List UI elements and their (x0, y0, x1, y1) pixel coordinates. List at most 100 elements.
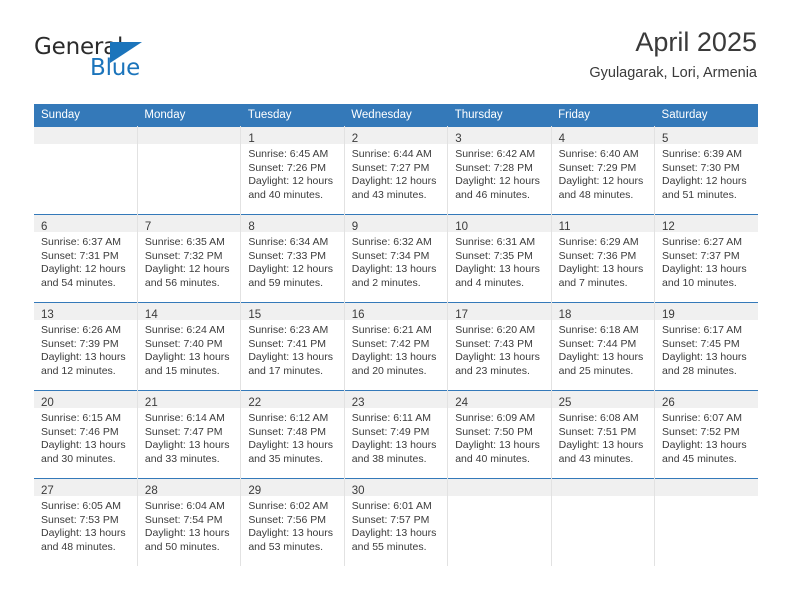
sunset-text: Sunset: 7:50 PM (455, 425, 533, 438)
day-number: 28 (144, 485, 158, 497)
daylight-text-line1: Daylight: 13 hours (558, 439, 644, 452)
calendar-day-cell-empty (136, 126, 242, 215)
sunrise-text: Sunrise: 6:09 AM (455, 412, 536, 424)
day-number: 7 (144, 221, 152, 233)
day-number-strip: 3 (448, 127, 551, 145)
day-cell-body: Sunrise: 6:42 AM Sunset: 7:28 PM Daylight:… (448, 144, 550, 202)
day-number-strip: 29 (241, 479, 344, 497)
calendar-day-cell[interactable]: 12 Sunrise: 6:27 AM Sunset: 7:37 PM Dayligh… (654, 214, 758, 303)
day-number-strip: 24 (448, 391, 551, 409)
sunset-text: Sunset: 7:29 PM (558, 161, 637, 174)
day-cell-body: Sunrise: 6:35 AM Sunset: 7:32 PM Daylight:… (138, 232, 240, 290)
calendar-page: General Blue April 2025 Gyulagarak, Lori… (0, 0, 792, 612)
calendar-day-cell[interactable]: 26 Sunrise: 6:07 AM Sunset: 7:52 PM Dayligh… (654, 390, 758, 479)
calendar-week-row: 13 Sunrise: 6:26 AM Sunset: 7:39 PM Dayligh… (34, 302, 758, 391)
calendar-day-cell[interactable]: 29 Sunrise: 6:02 AM Sunset: 7:56 PM Dayligh… (240, 478, 345, 566)
location-subtitle: Gyulagarak, Lori, Armenia (589, 65, 757, 81)
calendar-day-cell[interactable]: 1 Sunrise: 6:45 AM Sunset: 7:26 PM Daylight… (240, 126, 345, 215)
calendar-day-cell[interactable]: 6 Sunrise: 6:37 AM Sunset: 7:31 PM Daylight… (34, 214, 138, 303)
calendar-day-cell[interactable]: 5 Sunrise: 6:39 AM Sunset: 7:30 PM Daylight… (654, 126, 758, 215)
calendar-day-cell[interactable]: 28 Sunrise: 6:04 AM Sunset: 7:54 PM Dayligh… (136, 478, 242, 566)
calendar-grid: Sunday Monday Tuesday Wednesday Thursday… (34, 104, 758, 566)
daylight-text-line2: and 10 minutes. (662, 276, 737, 289)
calendar-day-cell[interactable]: 7 Sunrise: 6:35 AM Sunset: 7:32 PM Daylight… (136, 214, 242, 303)
day-number-strip (34, 127, 137, 144)
day-cell-body: Sunrise: 6:05 AM Sunset: 7:53 PM Daylight:… (34, 496, 137, 554)
daylight-text-line1: Daylight: 13 hours (351, 527, 437, 540)
day-number: 5 (662, 133, 669, 145)
day-cell-body: Sunrise: 6:09 AM Sunset: 7:50 PM Daylight:… (448, 408, 550, 466)
calendar-day-cell[interactable]: 25 Sunrise: 6:08 AM Sunset: 7:51 PM Dayligh… (550, 390, 656, 479)
calendar-day-cell[interactable]: 18 Sunrise: 6:18 AM Sunset: 7:44 PM Dayligh… (550, 302, 656, 391)
day-cell-body (34, 144, 137, 148)
calendar-day-cell[interactable]: 14 Sunrise: 6:24 AM Sunset: 7:40 PM Dayligh… (136, 302, 242, 391)
calendar-day-cell[interactable]: 11 Sunrise: 6:29 AM Sunset: 7:36 PM Dayligh… (550, 214, 656, 303)
calendar-day-cell[interactable]: 15 Sunrise: 6:23 AM Sunset: 7:41 PM Dayligh… (240, 302, 345, 391)
calendar-day-cell[interactable]: 10 Sunrise: 6:31 AM Sunset: 7:35 PM Dayligh… (447, 214, 552, 303)
daylight-text-line2: and 4 minutes. (455, 276, 525, 289)
day-cell-body: Sunrise: 6:07 AM Sunset: 7:52 PM Daylight:… (655, 408, 758, 466)
calendar-day-cell[interactable]: 17 Sunrise: 6:20 AM Sunset: 7:43 PM Dayligh… (447, 302, 552, 391)
daylight-text-line1: Daylight: 13 hours (662, 351, 747, 364)
sunset-text: Sunset: 7:34 PM (351, 249, 430, 262)
daylight-text-line1: Daylight: 12 hours (351, 175, 437, 188)
sunset-text: Sunset: 7:36 PM (558, 249, 637, 262)
calendar-day-cell-empty (550, 478, 656, 566)
calendar-day-cell[interactable]: 2 Sunrise: 6:44 AM Sunset: 7:27 PM Daylight… (343, 126, 449, 215)
calendar-day-cell[interactable]: 8 Sunrise: 6:34 AM Sunset: 7:33 PM Daylight… (240, 214, 345, 303)
calendar-day-cell[interactable]: 23 Sunrise: 6:11 AM Sunset: 7:49 PM Dayligh… (343, 390, 449, 479)
calendar-day-cell[interactable]: 20 Sunrise: 6:15 AM Sunset: 7:46 PM Dayligh… (34, 390, 138, 479)
daylight-text-line2: and 55 minutes. (351, 540, 427, 553)
daylight-text-line2: and 53 minutes. (248, 540, 324, 553)
sunrise-text: Sunrise: 6:07 AM (662, 412, 742, 424)
daylight-text-line1: Daylight: 13 hours (558, 351, 644, 364)
calendar-day-cell[interactable]: 19 Sunrise: 6:17 AM Sunset: 7:45 PM Dayligh… (654, 302, 758, 391)
day-number-strip: 7 (137, 215, 241, 233)
calendar-day-cell[interactable]: 22 Sunrise: 6:12 AM Sunset: 7:48 PM Dayligh… (240, 390, 345, 479)
daylight-text-line1: Daylight: 12 hours (248, 263, 333, 276)
day-number-strip (551, 479, 655, 496)
day-number: 21 (144, 397, 158, 409)
calendar-day-cell[interactable]: 27 Sunrise: 6:05 AM Sunset: 7:53 PM Dayligh… (34, 478, 138, 566)
day-number-strip: 5 (655, 127, 758, 145)
sunset-text: Sunset: 7:53 PM (41, 513, 119, 526)
day-number: 13 (41, 309, 54, 321)
day-number: 19 (662, 309, 675, 321)
day-number: 11 (558, 221, 571, 233)
calendar-day-cell[interactable]: 3 Sunrise: 6:42 AM Sunset: 7:28 PM Daylight… (447, 126, 552, 215)
day-cell-body: Sunrise: 6:18 AM Sunset: 7:44 PM Daylight:… (552, 320, 654, 378)
day-cell-body: Sunrise: 6:27 AM Sunset: 7:37 PM Daylight:… (655, 232, 758, 290)
sunset-text: Sunset: 7:30 PM (662, 161, 740, 174)
sunrise-text: Sunrise: 6:20 AM (455, 324, 536, 336)
sunset-text: Sunset: 7:28 PM (455, 161, 533, 174)
calendar-day-cell[interactable]: 13 Sunrise: 6:26 AM Sunset: 7:39 PM Dayligh… (34, 302, 138, 391)
day-number-strip: 17 (448, 303, 551, 321)
calendar-day-cell[interactable]: 21 Sunrise: 6:14 AM Sunset: 7:47 PM Dayligh… (136, 390, 242, 479)
sunset-text: Sunset: 7:44 PM (558, 337, 637, 350)
sunrise-text: Sunrise: 6:21 AM (351, 324, 432, 336)
calendar-day-cell[interactable]: 4 Sunrise: 6:40 AM Sunset: 7:29 PM Daylight… (550, 126, 656, 215)
daylight-text-line1: Daylight: 13 hours (248, 351, 333, 364)
day-cell-body: Sunrise: 6:14 AM Sunset: 7:47 PM Daylight:… (138, 408, 240, 466)
daylight-text-line1: Daylight: 12 hours (558, 175, 644, 188)
daylight-text-line1: Daylight: 13 hours (41, 439, 126, 452)
calendar-day-cell[interactable]: 30 Sunrise: 6:01 AM Sunset: 7:57 PM Dayligh… (343, 478, 449, 566)
day-cell-body: Sunrise: 6:37 AM Sunset: 7:31 PM Daylight:… (34, 232, 137, 290)
day-cell-body: Sunrise: 6:11 AM Sunset: 7:49 PM Daylight:… (345, 408, 447, 466)
daylight-text-line2: and 25 minutes. (558, 364, 634, 377)
sunrise-text: Sunrise: 6:42 AM (455, 148, 536, 160)
day-number-strip: 21 (137, 391, 241, 409)
day-cell-body: Sunrise: 6:31 AM Sunset: 7:35 PM Daylight:… (448, 232, 550, 290)
daylight-text-line2: and 48 minutes. (41, 540, 116, 553)
day-number-strip: 11 (551, 215, 655, 233)
sunrise-text: Sunrise: 6:40 AM (558, 148, 639, 160)
calendar-day-cell[interactable]: 24 Sunrise: 6:09 AM Sunset: 7:50 PM Dayligh… (447, 390, 552, 479)
calendar-day-cell[interactable]: 9 Sunrise: 6:32 AM Sunset: 7:34 PM Daylight… (343, 214, 449, 303)
daylight-text-line2: and 20 minutes. (351, 364, 427, 377)
sunset-text: Sunset: 7:33 PM (248, 249, 326, 262)
sunrise-text: Sunrise: 6:01 AM (351, 500, 432, 512)
general-blue-logo[interactable]: General Blue (34, 34, 214, 82)
day-number: 30 (351, 485, 365, 497)
day-number: 23 (351, 397, 365, 409)
calendar-day-cell[interactable]: 16 Sunrise: 6:21 AM Sunset: 7:42 PM Dayligh… (343, 302, 449, 391)
